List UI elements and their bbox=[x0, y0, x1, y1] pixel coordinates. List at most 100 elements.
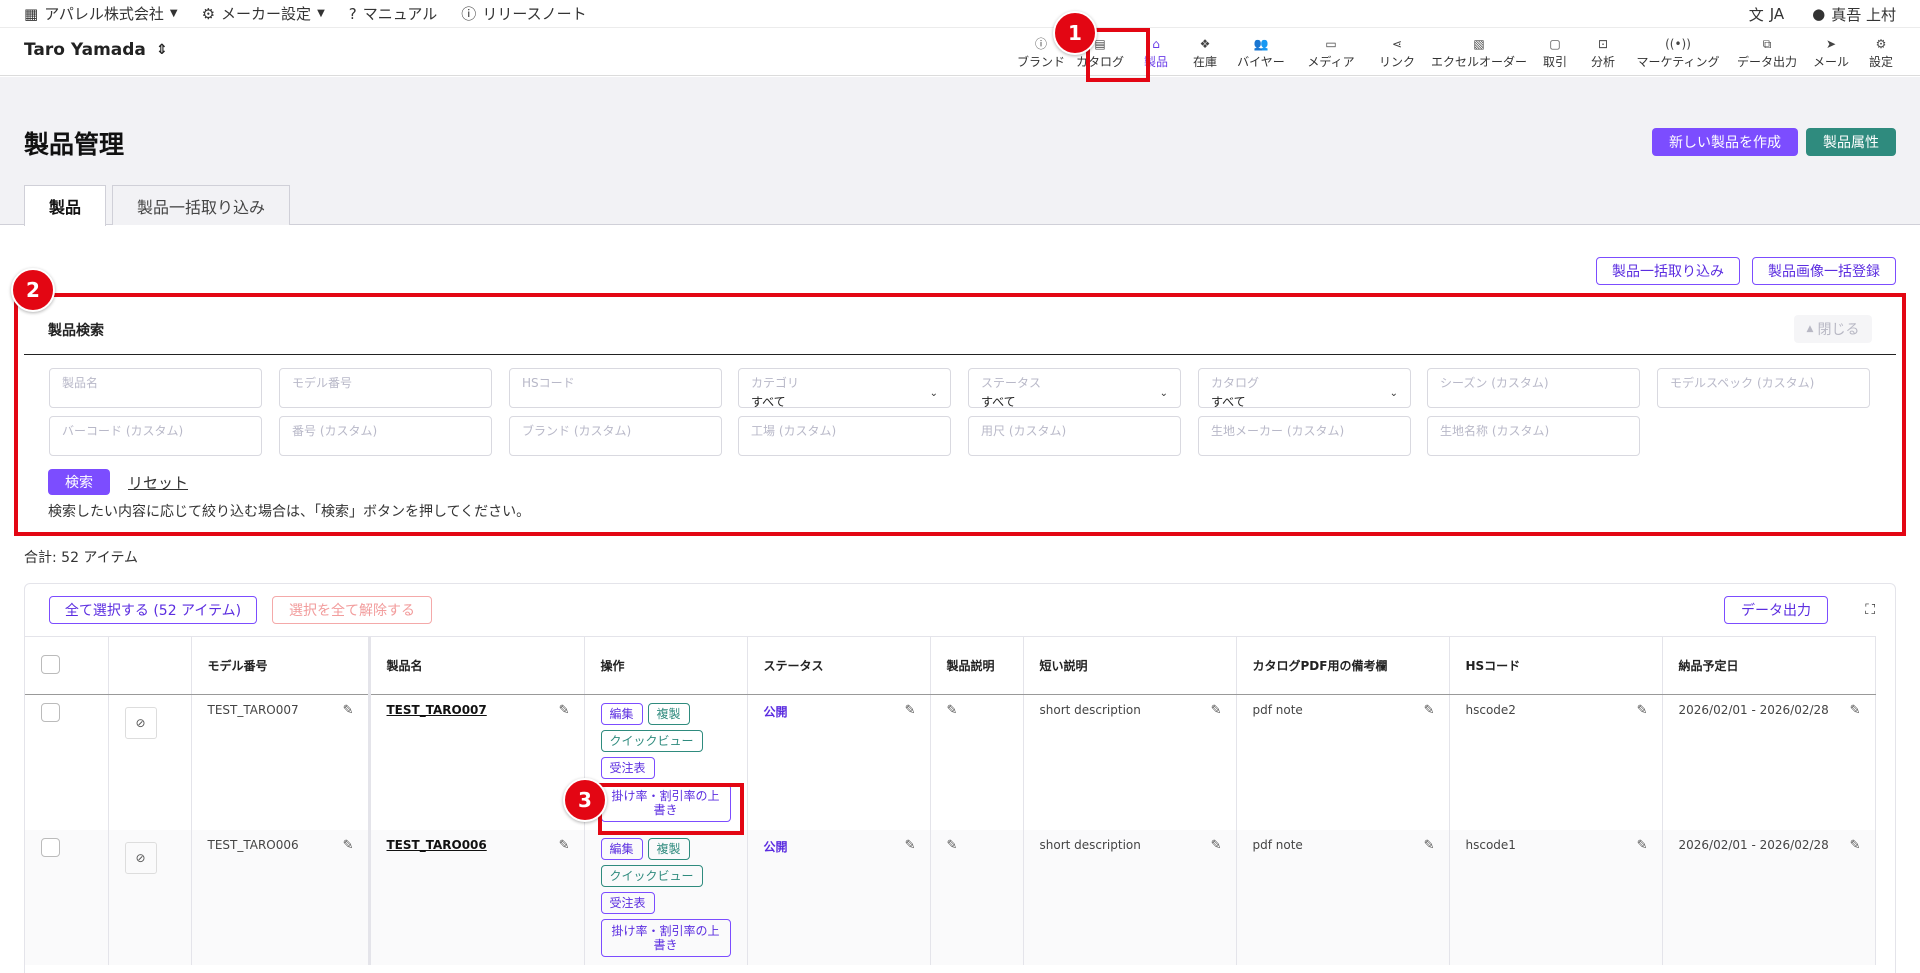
nav-transactions[interactable]: ▢ 取引 bbox=[1530, 32, 1580, 76]
nav-media[interactable]: ▭ メディア bbox=[1296, 32, 1366, 76]
rate-override-button[interactable]: 掛け率・割引率の上書き bbox=[600, 919, 731, 957]
edit-icon[interactable]: ✎ bbox=[1850, 703, 1861, 718]
nav-label: エクセルオーダー bbox=[1430, 55, 1527, 69]
factory-input[interactable]: 工場 (カスタム) bbox=[738, 416, 951, 456]
nav-analytics[interactable]: ⊡ 分析 bbox=[1580, 32, 1626, 76]
quick-view-button[interactable]: クイックビュー bbox=[600, 730, 703, 752]
fabric-name-input[interactable]: 生地名称 (カスタム) bbox=[1427, 416, 1640, 456]
new-product-button[interactable]: 新しい製品を作成 bbox=[1652, 128, 1798, 156]
table-row: ⊘ TEST_TARO006 ✎ TEST_TARO006 ✎ 編集 複製 クイック… bbox=[25, 830, 1876, 965]
nav-settings[interactable]: ⚙ 設定 bbox=[1858, 32, 1904, 76]
brand-input[interactable]: ブランド (カスタム) bbox=[509, 416, 722, 456]
category-select[interactable]: カテゴリ すべて ⌄ bbox=[738, 368, 951, 409]
edit-icon[interactable]: ✎ bbox=[343, 838, 354, 853]
user-menu[interactable]: ● 真吾 上村 bbox=[1812, 4, 1896, 25]
hs-code-input[interactable]: HSコード bbox=[509, 368, 722, 408]
season-input[interactable]: シーズン (カスタム) bbox=[1427, 368, 1640, 408]
catalog-select[interactable]: カタログ すべて ⌄ bbox=[1198, 368, 1411, 409]
edit-icon[interactable]: ✎ bbox=[905, 838, 916, 853]
edit-icon[interactable]: ✎ bbox=[559, 703, 570, 718]
delivery-date-cell: 2026/02/01 - 2026/02/28 ✎ bbox=[1662, 830, 1876, 965]
nav-buyers[interactable]: 👥 バイヤー bbox=[1226, 32, 1296, 76]
language-switcher[interactable]: 文 JA bbox=[1749, 4, 1784, 25]
tab-products[interactable]: 製品 bbox=[24, 185, 107, 226]
order-sheet-button[interactable]: 受注表 bbox=[600, 892, 655, 914]
quick-view-button[interactable]: クイックビュー bbox=[600, 865, 703, 887]
copy-button[interactable]: 複製 bbox=[647, 703, 690, 725]
copy-button[interactable]: 複製 bbox=[647, 838, 690, 860]
edit-icon[interactable]: ✎ bbox=[905, 703, 916, 718]
company-switcher[interactable]: ▦ アパレル株式会社 ▼ bbox=[24, 3, 178, 24]
search-divider bbox=[24, 354, 1896, 355]
edit-icon[interactable]: ✎ bbox=[947, 838, 958, 853]
number-input[interactable]: 番号 (カスタム) bbox=[279, 416, 492, 456]
tab-bulk-import[interactable]: 製品一括取り込み bbox=[112, 185, 291, 225]
product-name-link[interactable]: TEST_TARO007 bbox=[387, 703, 487, 717]
status-select[interactable]: ステータス すべて ⌄ bbox=[968, 368, 1181, 409]
edit-icon[interactable]: ✎ bbox=[559, 838, 570, 853]
nav-products[interactable]: ⌂ 製品 bbox=[1128, 32, 1184, 76]
edit-button[interactable]: 編集 bbox=[600, 838, 643, 860]
language-label: JA bbox=[1769, 5, 1785, 23]
bulk-image-register-button[interactable]: 製品画像一括登録 bbox=[1752, 257, 1896, 285]
close-search-button[interactable]: ▲ 閉じる bbox=[1794, 315, 1872, 343]
model-number-text: TEST_TARO007 bbox=[207, 703, 299, 717]
maker-settings-menu[interactable]: ⚙ メーカー設定 ▼ bbox=[202, 3, 325, 24]
pdf-note-cell: pdf note ✎ bbox=[1236, 694, 1450, 830]
deselect-all-button[interactable]: 選択を全て解除する bbox=[272, 596, 432, 624]
bulk-import-button[interactable]: 製品一括取り込み bbox=[1596, 257, 1740, 285]
send-icon: ➤ bbox=[1825, 37, 1837, 51]
select-all-button[interactable]: 全て選択する (52 アイテム) bbox=[49, 596, 257, 624]
reset-link[interactable]: リセット bbox=[128, 472, 188, 493]
search-button[interactable]: 検索 bbox=[48, 469, 110, 495]
edit-icon[interactable]: ✎ bbox=[343, 703, 354, 718]
row-checkbox[interactable] bbox=[41, 838, 60, 857]
boxes-icon: ❖ bbox=[1199, 37, 1211, 51]
nav-marketing[interactable]: ((•)) マーケティング bbox=[1626, 32, 1730, 76]
edit-button[interactable]: 編集 bbox=[600, 703, 643, 725]
row-checkbox[interactable] bbox=[41, 703, 60, 722]
edit-icon[interactable]: ✎ bbox=[1637, 703, 1648, 718]
field-placeholder: HSコード bbox=[522, 376, 575, 390]
edit-icon[interactable]: ✎ bbox=[1424, 838, 1435, 853]
gear-icon: ⚙ bbox=[201, 4, 216, 23]
fabric-length-input[interactable]: 用尺 (カスタム) bbox=[968, 416, 1181, 456]
rate-override-button[interactable]: 掛け率・割引率の上書き bbox=[600, 784, 731, 822]
barcode-input[interactable]: バーコード (カスタム) bbox=[49, 416, 262, 456]
row-checkbox-cell bbox=[25, 830, 109, 965]
product-name-input[interactable]: 製品名 bbox=[49, 368, 262, 408]
field-label: カテゴリ bbox=[751, 376, 800, 390]
hanger-icon: ⌂ bbox=[1152, 37, 1160, 51]
excel-icon: ▧ bbox=[1473, 37, 1485, 51]
account-switcher[interactable]: Taro Yamada ⇕ bbox=[24, 40, 168, 60]
edit-icon[interactable]: ✎ bbox=[1211, 838, 1222, 853]
manual-link[interactable]: ? マニュアル bbox=[349, 3, 438, 24]
chevron-updown-icon: ⇕ bbox=[155, 42, 168, 58]
nav-label: ブランド bbox=[1016, 55, 1065, 69]
data-export-button[interactable]: データ出力 bbox=[1724, 596, 1828, 624]
model-number-input[interactable]: モデル番号 bbox=[279, 368, 492, 408]
edit-icon[interactable]: ✎ bbox=[1424, 703, 1435, 718]
nav-inventory[interactable]: ❖ 在庫 bbox=[1184, 32, 1226, 76]
pdf-note-cell: pdf note ✎ bbox=[1236, 830, 1450, 965]
nav-data-export[interactable]: ⧉ データ出力 bbox=[1730, 32, 1804, 76]
field-placeholder: 用尺 (カスタム) bbox=[981, 424, 1067, 438]
order-sheet-button[interactable]: 受注表 bbox=[600, 757, 655, 779]
release-notes-link[interactable]: ⓘ リリースノート bbox=[461, 3, 586, 24]
chevron-down-icon: ⌄ bbox=[929, 388, 938, 399]
select-all-checkbox[interactable] bbox=[41, 654, 60, 674]
fullscreen-icon[interactable]: ⛶ bbox=[1865, 602, 1875, 618]
fabric-maker-input[interactable]: 生地メーカー (カスタム) bbox=[1198, 416, 1411, 456]
nav-excel-order[interactable]: ▧ エクセルオーダー bbox=[1428, 32, 1530, 76]
field-placeholder: 生地メーカー (カスタム) bbox=[1211, 424, 1345, 438]
nav-mail[interactable]: ➤ メール bbox=[1804, 32, 1858, 76]
edit-icon[interactable]: ✎ bbox=[1850, 838, 1861, 853]
model-spec-input[interactable]: モデルスペック (カスタム) bbox=[1657, 368, 1870, 408]
edit-icon[interactable]: ✎ bbox=[1211, 703, 1222, 718]
product-name-link[interactable]: TEST_TARO006 bbox=[387, 838, 487, 852]
edit-icon[interactable]: ✎ bbox=[1637, 838, 1648, 853]
nav-links[interactable]: ⋖ リンク bbox=[1366, 32, 1428, 76]
product-attributes-button[interactable]: 製品属性 bbox=[1806, 128, 1896, 156]
account-name: Taro Yamada bbox=[24, 40, 146, 60]
edit-icon[interactable]: ✎ bbox=[947, 703, 958, 718]
